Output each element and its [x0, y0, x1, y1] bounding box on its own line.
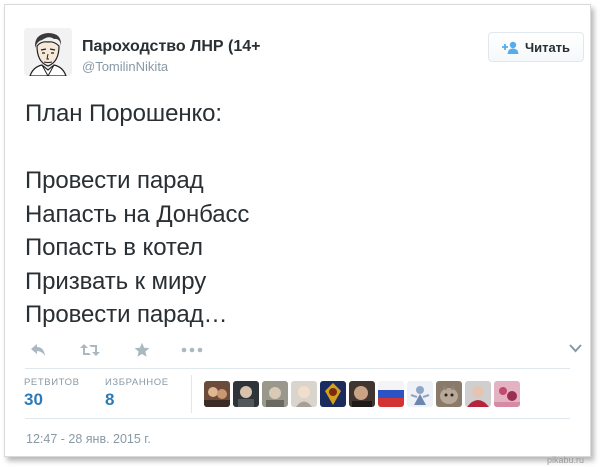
favorites-label: ИЗБРАННОЕ — [105, 377, 169, 388]
reply-icon[interactable] — [27, 339, 49, 361]
favoriter-avatar[interactable] — [291, 381, 317, 407]
favoriter-avatar[interactable] — [262, 381, 288, 407]
tweet-actions — [27, 339, 227, 361]
stats-divider-top — [25, 368, 570, 369]
retweet-icon[interactable] — [79, 339, 101, 361]
tweet-card: Пароходство ЛНР (14+ @TomilinNikita Чита… — [4, 4, 591, 457]
favoriter-avatar[interactable] — [407, 381, 433, 407]
site-watermark: pikabu.ru — [547, 455, 585, 465]
favorites-count[interactable]: 8 — [105, 390, 114, 410]
tweet-timestamp[interactable]: 12:47 - 28 янв. 2015 г. — [26, 432, 151, 446]
more-icon[interactable] — [179, 339, 205, 361]
favoriter-avatar[interactable] — [378, 381, 404, 407]
favoriter-avatar[interactable] — [349, 381, 375, 407]
retweets-count[interactable]: 30 — [24, 390, 43, 410]
retweets-label: РЕТВИТОВ — [24, 377, 80, 388]
favorite-icon[interactable] — [131, 339, 153, 361]
favoriter-avatar[interactable] — [320, 381, 346, 407]
favoriter-avatars — [204, 381, 520, 407]
favoriter-avatar[interactable] — [204, 381, 230, 407]
favoriter-avatar[interactable] — [436, 381, 462, 407]
author-avatar[interactable] — [24, 28, 72, 76]
author-handle[interactable]: @TomilinNikita — [82, 59, 168, 74]
add-user-icon — [501, 41, 519, 54]
chevron-down-icon[interactable] — [565, 338, 585, 358]
favoriter-avatar[interactable] — [494, 381, 520, 407]
tweet-text: План Порошенко: Провести парад Напасть н… — [25, 100, 250, 328]
follow-button[interactable]: Читать — [488, 32, 584, 62]
stats-divider-bottom — [25, 418, 570, 419]
stats-separator — [191, 375, 192, 413]
favoriter-avatar[interactable] — [465, 381, 491, 407]
author-name[interactable]: Пароходство ЛНР (14+ — [82, 38, 261, 56]
favoriter-avatar[interactable] — [233, 381, 259, 407]
follow-button-label: Читать — [524, 39, 571, 55]
